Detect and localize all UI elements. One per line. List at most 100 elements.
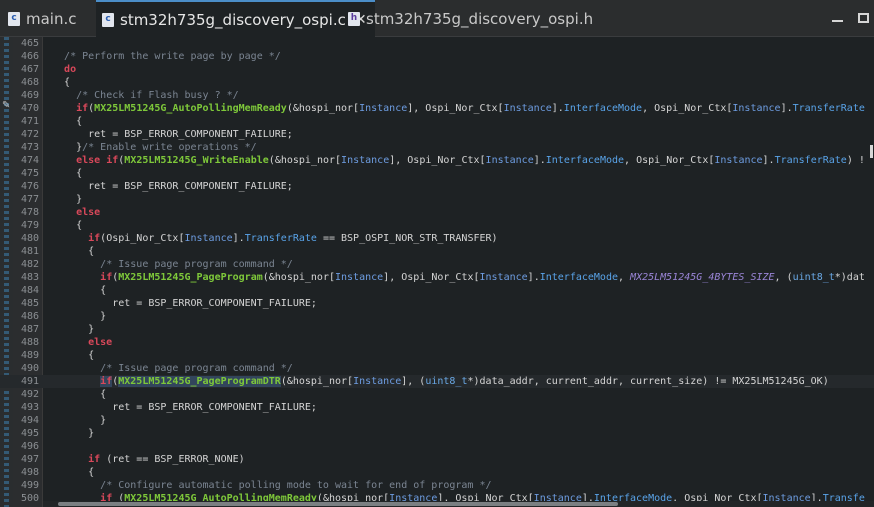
c-file-icon: c xyxy=(8,11,20,26)
line-number: 477 xyxy=(20,194,39,205)
code-line[interactable]: 484 { xyxy=(0,284,874,297)
code-line[interactable]: 465 xyxy=(0,37,874,50)
line-number: 496 xyxy=(20,441,39,452)
code-text[interactable]: ret = BSP_ERROR_COMPONENT_FAILURE; xyxy=(52,401,317,414)
code-text[interactable]: } xyxy=(52,193,82,206)
code-text[interactable]: { xyxy=(52,466,94,479)
code-line[interactable]: 483 if(MX25LM51245G_PageProgram(&hospi_n… xyxy=(0,271,874,284)
minimize-icon[interactable] xyxy=(832,14,843,22)
code-line[interactable]: 487 } xyxy=(0,323,874,336)
line-number: 483 xyxy=(20,272,39,283)
code-text[interactable]: /* Issue page program command */ xyxy=(52,258,293,271)
code-line[interactable]: 479 { xyxy=(0,219,874,232)
code-text[interactable]: /* Configure automatic polling mode to w… xyxy=(52,479,491,492)
code-text[interactable]: if(Ospi_Nor_Ctx[Instance].TransferRate =… xyxy=(52,232,497,245)
code-line[interactable]: 490 /* Issue page program command */ xyxy=(0,362,874,375)
code-text[interactable]: /* Issue page program command */ xyxy=(52,362,293,375)
code-line[interactable]: 469 /* Check if Flash busy ? */ xyxy=(0,89,874,102)
code-text[interactable]: ret = BSP_ERROR_COMPONENT_FAILURE; xyxy=(52,128,293,141)
line-number: 472 xyxy=(20,129,39,140)
code-text[interactable]: { xyxy=(52,349,94,362)
line-number: 495 xyxy=(20,428,39,439)
code-text[interactable]: else if(MX25LM51245G_WriteEnable(&hospi_… xyxy=(52,154,865,167)
code-line[interactable]: 467 do xyxy=(0,63,874,76)
code-editor[interactable]: ✎ 465 466 /* Perform the write page by pa… xyxy=(0,37,874,507)
code-line[interactable]: 489 { xyxy=(0,349,874,362)
code-text[interactable]: { xyxy=(52,167,82,180)
scrollbar-thumb[interactable] xyxy=(58,502,618,506)
code-line[interactable]: 486 } xyxy=(0,310,874,323)
code-text[interactable]: } xyxy=(52,323,94,336)
line-number: 471 xyxy=(20,116,39,127)
h-file-icon: h xyxy=(348,11,360,26)
code-line[interactable]: 491 if(MX25LM51245G_PageProgramDTR(&hosp… xyxy=(0,375,874,388)
code-line[interactable]: 494 } xyxy=(0,414,874,427)
line-number: 487 xyxy=(20,324,39,335)
code-text[interactable]: if (ret == BSP_ERROR_NONE) xyxy=(52,453,245,466)
code-text[interactable]: if(MX25LM51245G_AutoPollingMemReady(&hos… xyxy=(52,102,865,115)
line-number: 488 xyxy=(20,337,39,348)
code-text[interactable]: if(MX25LM51245G_PageProgram(&hospi_nor[I… xyxy=(52,271,865,284)
line-number: 497 xyxy=(20,454,39,465)
tab-label: stm32h735g_discovery_ospi.h xyxy=(366,9,594,28)
code-line[interactable]: 492 { xyxy=(0,388,874,401)
tab-stm32h735g-discovery-ospi-c[interactable]: c stm32h735g_discovery_ospi.c ✕ xyxy=(96,0,375,37)
code-line[interactable]: 471 { xyxy=(0,115,874,128)
code-text[interactable]: /* Check if Flash busy ? */ xyxy=(52,89,239,102)
line-number: 482 xyxy=(20,259,39,270)
code-line[interactable]: 480 if(Ospi_Nor_Ctx[Instance].TransferRa… xyxy=(0,232,874,245)
code-line[interactable]: 482 /* Issue page program command */ xyxy=(0,258,874,271)
code-line[interactable]: 475 { xyxy=(0,167,874,180)
editor-tab-bar: c main.c c stm32h735g_discovery_ospi.c ✕… xyxy=(0,0,874,37)
line-number: 475 xyxy=(20,168,39,179)
code-line[interactable]: 498 { xyxy=(0,466,874,479)
code-text[interactable]: } xyxy=(52,414,106,427)
horizontal-scrollbar[interactable] xyxy=(43,501,874,507)
code-text[interactable]: { xyxy=(52,76,70,89)
line-number: 479 xyxy=(20,220,39,231)
code-text[interactable]: /* Perform the write page by page */ xyxy=(52,50,281,63)
code-line[interactable]: 496 xyxy=(0,440,874,453)
code-text[interactable]: else xyxy=(52,206,100,219)
tab-label: stm32h735g_discovery_ospi.c xyxy=(120,10,346,29)
line-number: 465 xyxy=(20,38,39,49)
code-line[interactable]: 468 { xyxy=(0,76,874,89)
code-line[interactable]: 485 ret = BSP_ERROR_COMPONENT_FAILURE; xyxy=(0,297,874,310)
code-text[interactable]: }/* Enable write operations */ xyxy=(52,141,257,154)
maximize-icon[interactable] xyxy=(858,13,869,23)
code-text[interactable]: if(MX25LM51245G_PageProgramDTR(&hospi_no… xyxy=(52,375,829,388)
code-text[interactable]: ret = BSP_ERROR_COMPONENT_FAILURE; xyxy=(52,297,317,310)
tab-stm32h735g-discovery-ospi-h[interactable]: h stm32h735g_discovery_ospi.h xyxy=(348,0,593,37)
code-line[interactable]: 477 } xyxy=(0,193,874,206)
code-line[interactable]: 466 /* Perform the write page by page */ xyxy=(0,50,874,63)
code-text[interactable]: } xyxy=(52,427,94,440)
code-line[interactable]: 470 if(MX25LM51245G_AutoPollingMemReady(… xyxy=(0,102,874,115)
scroll-position-marker xyxy=(870,145,873,158)
code-line[interactable]: 495 } xyxy=(0,427,874,440)
code-text[interactable]: { xyxy=(52,388,106,401)
code-text[interactable]: { xyxy=(52,115,82,128)
code-text[interactable]: { xyxy=(52,284,106,297)
tab-main-c[interactable]: c main.c xyxy=(8,0,77,37)
code-line[interactable]: 472 ret = BSP_ERROR_COMPONENT_FAILURE; xyxy=(0,128,874,141)
code-text[interactable]: { xyxy=(52,245,94,258)
line-number: 500 xyxy=(20,493,39,504)
code-line[interactable]: 476 ret = BSP_ERROR_COMPONENT_FAILURE; xyxy=(0,180,874,193)
code-line[interactable]: 481 { xyxy=(0,245,874,258)
code-line[interactable]: 478 else xyxy=(0,206,874,219)
code-line[interactable]: 497 if (ret == BSP_ERROR_NONE) xyxy=(0,453,874,466)
code-text[interactable]: else xyxy=(52,336,112,349)
code-text[interactable]: } xyxy=(52,310,106,323)
line-number: 494 xyxy=(20,415,39,426)
code-line[interactable]: 474 else if(MX25LM51245G_WriteEnable(&ho… xyxy=(0,154,874,167)
code-text[interactable]: ret = BSP_ERROR_COMPONENT_FAILURE; xyxy=(52,180,293,193)
code-line[interactable]: 499 /* Configure automatic polling mode … xyxy=(0,479,874,492)
code-text[interactable]: do xyxy=(52,63,76,76)
line-number: 489 xyxy=(20,350,39,361)
code-line[interactable]: 488 else xyxy=(0,336,874,349)
code-line[interactable]: 473 }/* Enable write operations */ xyxy=(0,141,874,154)
code-line[interactable]: 493 ret = BSP_ERROR_COMPONENT_FAILURE; xyxy=(0,401,874,414)
line-number: 470 xyxy=(20,103,39,114)
line-number: 468 xyxy=(20,77,39,88)
code-text[interactable]: { xyxy=(52,219,82,232)
